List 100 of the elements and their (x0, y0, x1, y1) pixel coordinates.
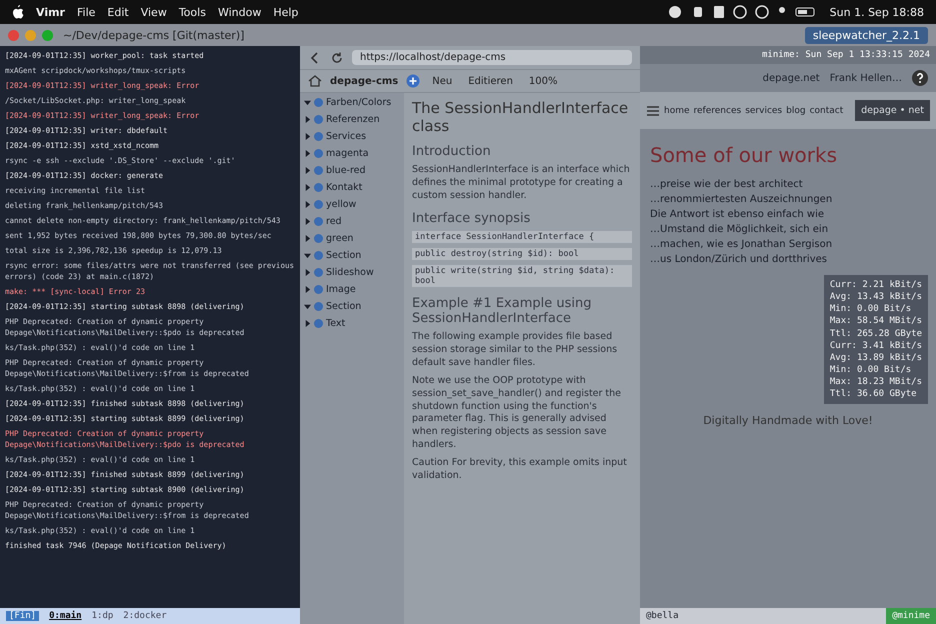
collapsed-icon[interactable] (304, 320, 311, 327)
teaser-text: Die Antwort ist ebenso einfach wie (650, 208, 826, 222)
tree-label: Services (326, 131, 366, 142)
heading: Introduction (412, 144, 492, 159)
tree-item[interactable]: Image (304, 284, 400, 295)
menu-item[interactable]: View (140, 6, 167, 18)
session-label: [Fin] (6, 611, 40, 621)
tree-label: Section (326, 250, 362, 261)
tree-item[interactable]: Kontakt (304, 182, 400, 193)
stat-line: Ttl: 36.60 GByte (830, 388, 918, 400)
paragraph: SessionHandlerInterface is an interface which defines the minimal prototype for creating a custom session handler. (412, 164, 631, 202)
collapsed-icon[interactable] (304, 218, 311, 225)
tmux-host: @minime (886, 608, 936, 624)
host-clock: minime: Sun Sep 1 13:33:15 2024 (640, 46, 936, 64)
tmux-user: @bella (646, 611, 679, 621)
house-icon (308, 74, 322, 88)
nav-link[interactable]: home (664, 106, 690, 116)
menu-item[interactable]: File (76, 6, 96, 18)
nav-link[interactable]: references (694, 106, 742, 116)
domain-label[interactable]: depage.net (762, 72, 820, 84)
nav-link[interactable]: blog (786, 106, 806, 116)
tree-label: red (326, 216, 342, 227)
tree-label: Slideshow (326, 267, 374, 278)
collapsed-icon[interactable] (304, 235, 311, 242)
tree-item[interactable]: Section (304, 250, 400, 261)
tmux-window-tab[interactable]: 1:dp (92, 611, 114, 621)
tree-item[interactable]: red (304, 216, 400, 227)
address-field[interactable]: https://localhost/depage-cms (352, 50, 632, 65)
headline: Some of our works (649, 142, 838, 169)
menu-item[interactable]: Window (218, 6, 262, 18)
collapsed-icon[interactable] (304, 269, 311, 276)
stat-line: Avg: 13.89 kBit/s (830, 352, 922, 364)
collapsed-icon[interactable] (304, 133, 311, 140)
tmux-window-tab[interactable]: 2:docker (123, 611, 167, 621)
app-menu[interactable]: Vimr (36, 6, 65, 18)
tree-label: Referenzen (326, 114, 380, 125)
tree-item[interactable]: Text (304, 318, 400, 329)
plus-icon (406, 74, 420, 88)
menu-clock[interactable]: Sun 1. Sep 18:88 (830, 6, 924, 18)
footer-text: Digitally Handmade with Love! (702, 413, 874, 430)
tmux-window-tab[interactable]: 0:main (49, 611, 82, 621)
stat-line: Curr: 2.21 kBit/s (830, 279, 922, 292)
collapsed-icon[interactable] (304, 201, 311, 208)
heading: Interface synopsis (412, 211, 532, 226)
user-name[interactable]: Frank Hellen… (830, 72, 902, 84)
expanded-icon[interactable] (304, 99, 311, 106)
tree-item[interactable]: yellow (304, 199, 400, 210)
tree-label: blue-red (326, 165, 366, 176)
tree-label: Text (326, 318, 346, 329)
collapsed-icon[interactable] (304, 150, 311, 157)
tree-label: Image (326, 284, 356, 295)
teaser-text: …machen, wie es Jonathan Sergison (650, 238, 834, 252)
stat-line: Max: 18.23 MBit/s (830, 376, 922, 388)
tree-item[interactable]: Farben/Colors (304, 97, 400, 108)
collapsed-icon[interactable] (304, 286, 311, 293)
stat-line: Min: 0.00 Bit/s (830, 364, 912, 376)
reload-icon[interactable] (330, 50, 344, 64)
heading: Example #1 Example using SessionHandlerInterface (412, 296, 592, 326)
collapsed-icon[interactable] (304, 167, 311, 174)
nav-link[interactable]: services (745, 106, 782, 116)
stat-line: Curr: 3.41 kBit/s (830, 340, 922, 352)
tree-label: Section (326, 301, 362, 312)
teaser-text: …preise wie der best architect (650, 178, 804, 192)
teaser-text: …us London/Zürich und dortthrives (650, 253, 828, 267)
tree-item[interactable]: Slideshow (304, 267, 400, 278)
tree-item[interactable]: Services (304, 131, 400, 142)
paragraph: The following example provides file based session storage similar to the PHP sessions default save handler files. (412, 331, 618, 370)
expanded-icon[interactable] (304, 303, 311, 310)
heading: The SessionHandlerInterface class (412, 99, 630, 135)
tree-item[interactable]: Section (304, 301, 400, 312)
tree-item[interactable]: green (304, 233, 400, 244)
menu-icon[interactable] (646, 104, 660, 118)
tree-item[interactable]: blue-red (304, 165, 400, 176)
menu-item[interactable]: Edit (107, 6, 129, 18)
desktop-item[interactable]: sleepwatcher_2.2.1 (804, 26, 928, 44)
tree-label: magenta (326, 148, 369, 159)
help-icon[interactable] (912, 70, 928, 86)
tree-item[interactable]: magenta (304, 148, 400, 159)
teaser-text: …Umstand die Möglichkeit, sich ein (650, 223, 830, 237)
window-title: ~/Dev/depage-cms [Git(master)] (63, 28, 244, 42)
tree-item[interactable]: Referenzen (304, 114, 400, 125)
expanded-icon[interactable] (304, 252, 311, 259)
paragraph: Caution For brevity, this example omits input validation. (412, 456, 628, 482)
toolbar-button[interactable]: Editieren (464, 74, 517, 88)
stat-line: Avg: 13.43 kBit/s (830, 291, 922, 304)
tree-label: Farben/Colors (326, 97, 392, 108)
cms-title: depage-cms (330, 76, 398, 86)
stat-line: Ttl: 265.28 GByte (830, 328, 922, 340)
menu-item[interactable]: Tools (178, 6, 206, 18)
toolbar-button[interactable]: Neu (428, 74, 456, 88)
nav-link[interactable]: contact (810, 106, 844, 116)
tree-label: Kontakt (326, 182, 362, 193)
toolbar-button[interactable]: 100% (524, 74, 562, 88)
tree-label: green (326, 233, 354, 244)
apple-logo-icon[interactable] (12, 5, 24, 19)
menu-item[interactable]: Help (273, 6, 298, 18)
collapsed-icon[interactable] (304, 116, 311, 123)
stat-line: Min: 0.00 Bit/s (830, 303, 912, 316)
collapsed-icon[interactable] (304, 184, 311, 191)
site-logo[interactable]: depage • net (855, 100, 930, 121)
